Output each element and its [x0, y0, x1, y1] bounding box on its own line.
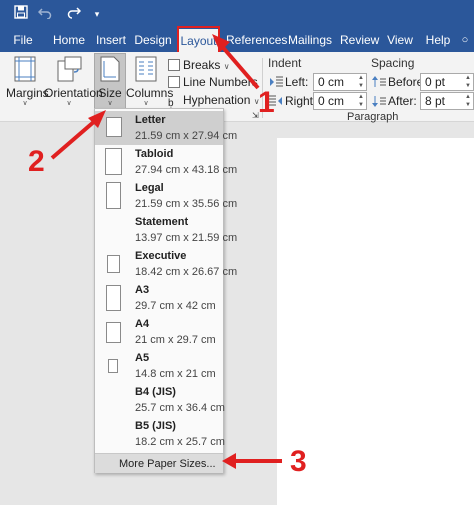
- annotation-arrowhead-3: [222, 453, 236, 469]
- annotation-arrowhead-1: [212, 34, 230, 52]
- annotation-arrow-1: [218, 42, 260, 90]
- step-1-number: 1: [258, 86, 275, 119]
- step-3-number: 3: [290, 445, 307, 478]
- step-2-number: 2: [28, 145, 45, 178]
- annotation-arrows: [50, 34, 282, 469]
- annotation-arrow-2: [50, 118, 98, 160]
